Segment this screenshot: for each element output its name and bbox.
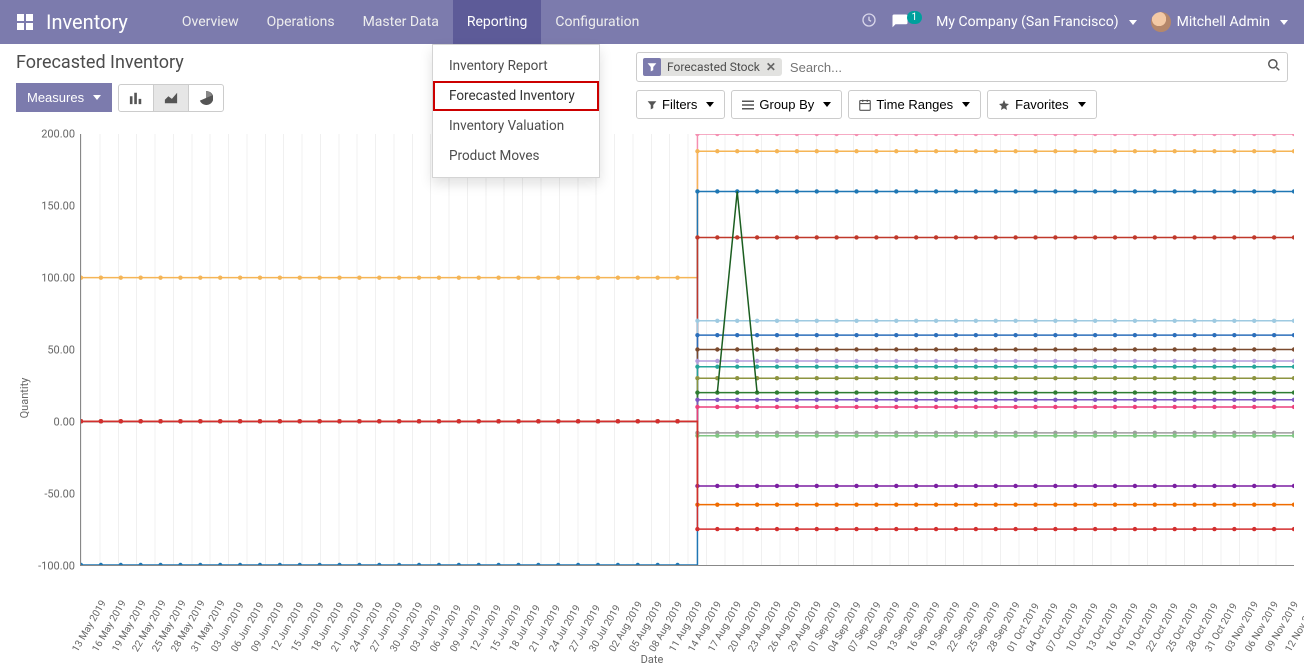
dropdown-item-inventory-report[interactable]: Inventory Report [433,51,599,81]
activity-icon[interactable] [861,12,877,32]
favorites-label: Favorites [1015,97,1068,112]
x-axis-label: Date [641,653,664,666]
messages-count: 1 [907,11,923,24]
search-icon[interactable] [1267,58,1281,76]
plot: -100.00-50.000.0050.00100.00150.00200.00 [80,134,1294,566]
filter-icon [643,58,661,76]
dropdown-item-forecasted-inventory[interactable]: Forecasted Inventory [433,81,599,111]
timeranges-button[interactable]: Time Ranges [848,90,981,119]
search-input[interactable] [790,60,1267,75]
app-title[interactable]: Inventory [46,10,128,34]
company-switcher[interactable]: My Company (San Francisco) [936,14,1136,30]
reporting-dropdown: Inventory ReportForecasted InventoryInve… [432,44,600,178]
y-tick: 0.00 [54,416,81,429]
nav-items: OverviewOperationsMaster DataReportingCo… [168,0,654,44]
y-tick: 200.00 [41,128,81,141]
chip-remove-icon[interactable]: ✕ [764,60,778,74]
filter-bar: Filters Group By Time Ranges Favorites [636,90,1288,119]
bar-chart-button[interactable] [118,84,154,112]
chip-label: Forecasted Stock [667,60,760,74]
search-bar[interactable]: Forecasted Stock ✕ [636,52,1288,82]
y-tick: -100.00 [38,560,81,573]
control-panel: Forecasted Inventory Measures Forecasted… [0,44,1304,125]
dropdown-item-inventory-valuation[interactable]: Inventory Valuation [433,111,599,141]
dropdown-item-product-moves[interactable]: Product Moves [433,141,599,171]
top-nav: Inventory OverviewOperationsMaster DataR… [0,0,1304,44]
avatar-icon [1151,12,1171,32]
y-tick: -50.00 [44,488,81,501]
search-chip-forecasted-stock: Forecasted Stock ✕ [643,58,782,76]
y-tick: 100.00 [41,272,81,285]
y-axis-label: Quantity [18,378,31,419]
nav-item-configuration[interactable]: Configuration [541,0,653,44]
nav-item-overview[interactable]: Overview [168,0,253,44]
groupby-label: Group By [759,97,814,112]
nav-item-master-data[interactable]: Master Data [349,0,453,44]
chart-lines [81,134,1294,565]
messages-icon[interactable]: 1 [891,13,923,31]
nav-item-operations[interactable]: Operations [253,0,349,44]
apps-icon[interactable] [16,13,34,31]
measures-button[interactable]: Measures [16,83,112,112]
favorites-button[interactable]: Favorites [987,90,1096,119]
measures-label: Measures [27,90,84,105]
filters-label: Filters [662,97,697,112]
line-chart-button[interactable] [153,84,189,112]
pie-chart-button[interactable] [188,84,224,112]
y-tick: 50.00 [47,344,81,357]
company-label: My Company (San Francisco) [936,14,1118,30]
timeranges-label: Time Ranges [876,97,953,112]
x-axis-labels: 13 May 201916 May 201919 May 201922 May … [80,574,1294,654]
chart-area: Quantity -100.00-50.000.0050.00100.00150… [0,128,1304,668]
groupby-button[interactable]: Group By [731,90,842,119]
filters-button[interactable]: Filters [636,90,725,119]
user-menu[interactable]: Mitchell Admin [1151,12,1288,32]
y-tick: 150.00 [41,200,81,213]
nav-item-reporting[interactable]: Reporting [453,0,542,44]
user-label: Mitchell Admin [1177,14,1270,30]
